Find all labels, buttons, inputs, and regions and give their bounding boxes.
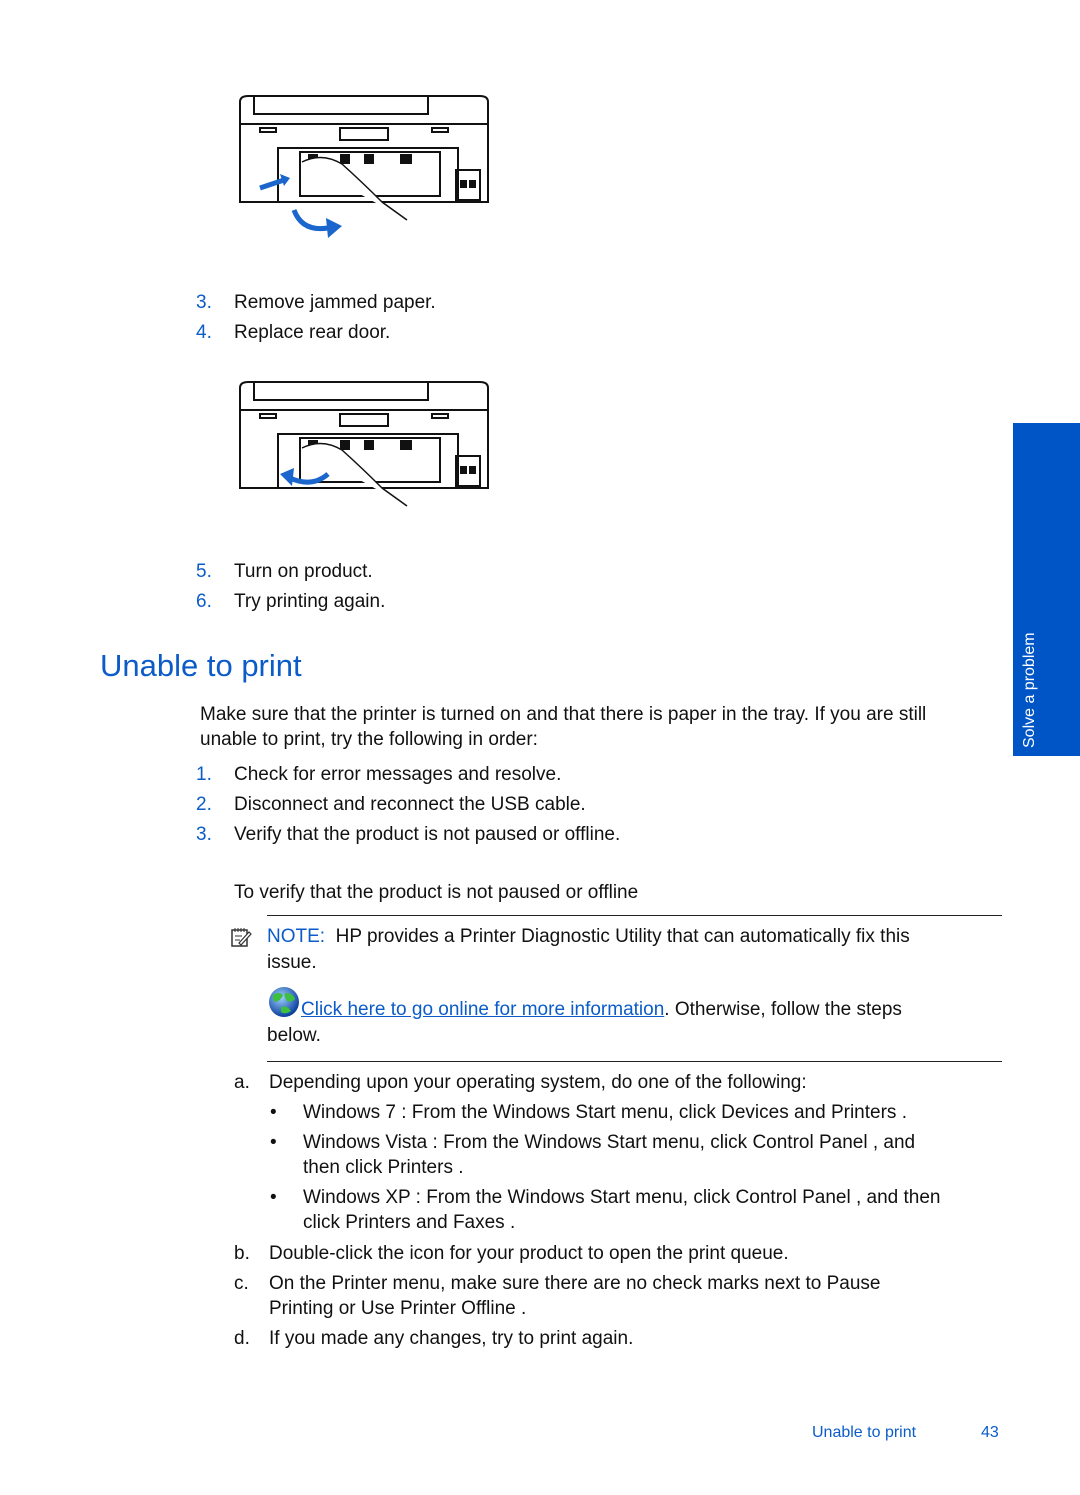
step-5: 5. Turn on product. [196, 559, 373, 585]
step-text: Remove jammed paper. [234, 292, 436, 313]
bullet-icon: • [270, 1102, 277, 1123]
subheading: To verify that the product is not paused… [234, 882, 639, 903]
side-tab-label: Solve a problem [1021, 632, 1038, 748]
online-info-link[interactable]: Click here to go online for more informa… [301, 999, 664, 1020]
step-4: 4. Replace rear door. [196, 320, 390, 346]
substep-c-line-2: Printing or Use Printer Offline . [269, 1298, 527, 1319]
online-info-trailing: . Otherwise, follow the steps [664, 999, 902, 1020]
step-number: 5. [196, 561, 212, 582]
substep-label: b. [234, 1243, 250, 1264]
substep-a: a. Depending upon your operating system,… [234, 1070, 807, 1096]
bullet-text: Windows XP : From the Windows Start menu… [303, 1187, 941, 1208]
substep-d: d. If you made any changes, try to print… [234, 1326, 633, 1352]
bullet-item: • Windows Vista : From the Windows Start… [270, 1130, 915, 1156]
step-3: 3. Remove jammed paper. [196, 290, 436, 316]
note-line-1: NOTE: HP provides a Printer Diagnostic U… [267, 924, 910, 950]
substep-text: On the Printer menu, make sure there are… [269, 1273, 881, 1294]
step-text: Disconnect and reconnect the USB cable. [234, 794, 586, 815]
bullet-item: • Windows XP : From the Windows Start me… [270, 1185, 940, 1211]
bullet-text-line-2: then click Printers . [303, 1157, 464, 1178]
step-number: 3. [196, 824, 212, 845]
printer-rear-door-open-illustration [239, 95, 489, 238]
substep-label: c. [234, 1273, 249, 1294]
substep-label: a. [234, 1072, 250, 1093]
step-text: Verify that the product is not paused or… [234, 824, 621, 845]
step-6: 6. Try printing again. [196, 589, 385, 615]
substep-text: Depending upon your operating system, do… [269, 1072, 807, 1093]
footer-section: Unable to print [812, 1424, 917, 1441]
note-icon [231, 928, 252, 947]
bullet-text: Windows 7 : From the Windows Start menu,… [303, 1102, 907, 1123]
intro-line-2: unable to print, try the following in or… [200, 729, 538, 750]
step-number: 4. [196, 322, 212, 343]
bullet-text-line-2: click Printers and Faxes . [303, 1212, 516, 1233]
step-number: 1. [196, 764, 212, 785]
step-text: Check for error messages and resolve. [234, 764, 562, 785]
online-info-line-2: below. [267, 1025, 321, 1046]
list-item: 1. Check for error messages and resolve. [196, 762, 561, 788]
substep-b: b. Double-click the icon for your produc… [234, 1241, 789, 1267]
step-number: 3. [196, 292, 212, 313]
online-info-line: Click here to go online for more informa… [301, 997, 902, 1023]
step-text: Replace rear door. [234, 322, 391, 343]
section-title: Unable to print [100, 648, 302, 683]
note-line-2: issue. [267, 952, 317, 973]
substep-text: If you made any changes, try to print ag… [269, 1328, 634, 1349]
bullet-text: Windows Vista : From the Windows Start m… [303, 1132, 916, 1153]
side-tab-solve-a-problem: Solve a problem [1013, 423, 1080, 756]
substep-c: c. On the Printer menu, make sure there … [234, 1271, 880, 1297]
step-text: Try printing again. [234, 591, 386, 612]
bullet-icon: • [270, 1132, 277, 1153]
page-number: 43 [981, 1424, 999, 1441]
bullet-icon: • [270, 1187, 277, 1208]
substep-label: d. [234, 1328, 250, 1349]
step-text: Turn on product. [234, 561, 373, 582]
note-top-divider [267, 915, 1002, 916]
note-bottom-divider [267, 1061, 1002, 1062]
bullet-item: • Windows 7 : From the Windows Start men… [270, 1100, 907, 1126]
note-label: NOTE: [267, 926, 326, 947]
step-number: 2. [196, 794, 212, 815]
note-text: HP provides a Printer Diagnostic Utility… [335, 926, 910, 947]
substep-text: Double-click the icon for your product t… [269, 1243, 789, 1264]
printer-rear-door-replace-illustration [239, 381, 489, 507]
globe-icon[interactable] [267, 985, 301, 1019]
step-number: 6. [196, 591, 212, 612]
intro-line-1: Make sure that the printer is turned on … [200, 704, 927, 725]
list-item: 3. Verify that the product is not paused… [196, 822, 620, 848]
list-item: 2. Disconnect and reconnect the USB cabl… [196, 792, 586, 818]
